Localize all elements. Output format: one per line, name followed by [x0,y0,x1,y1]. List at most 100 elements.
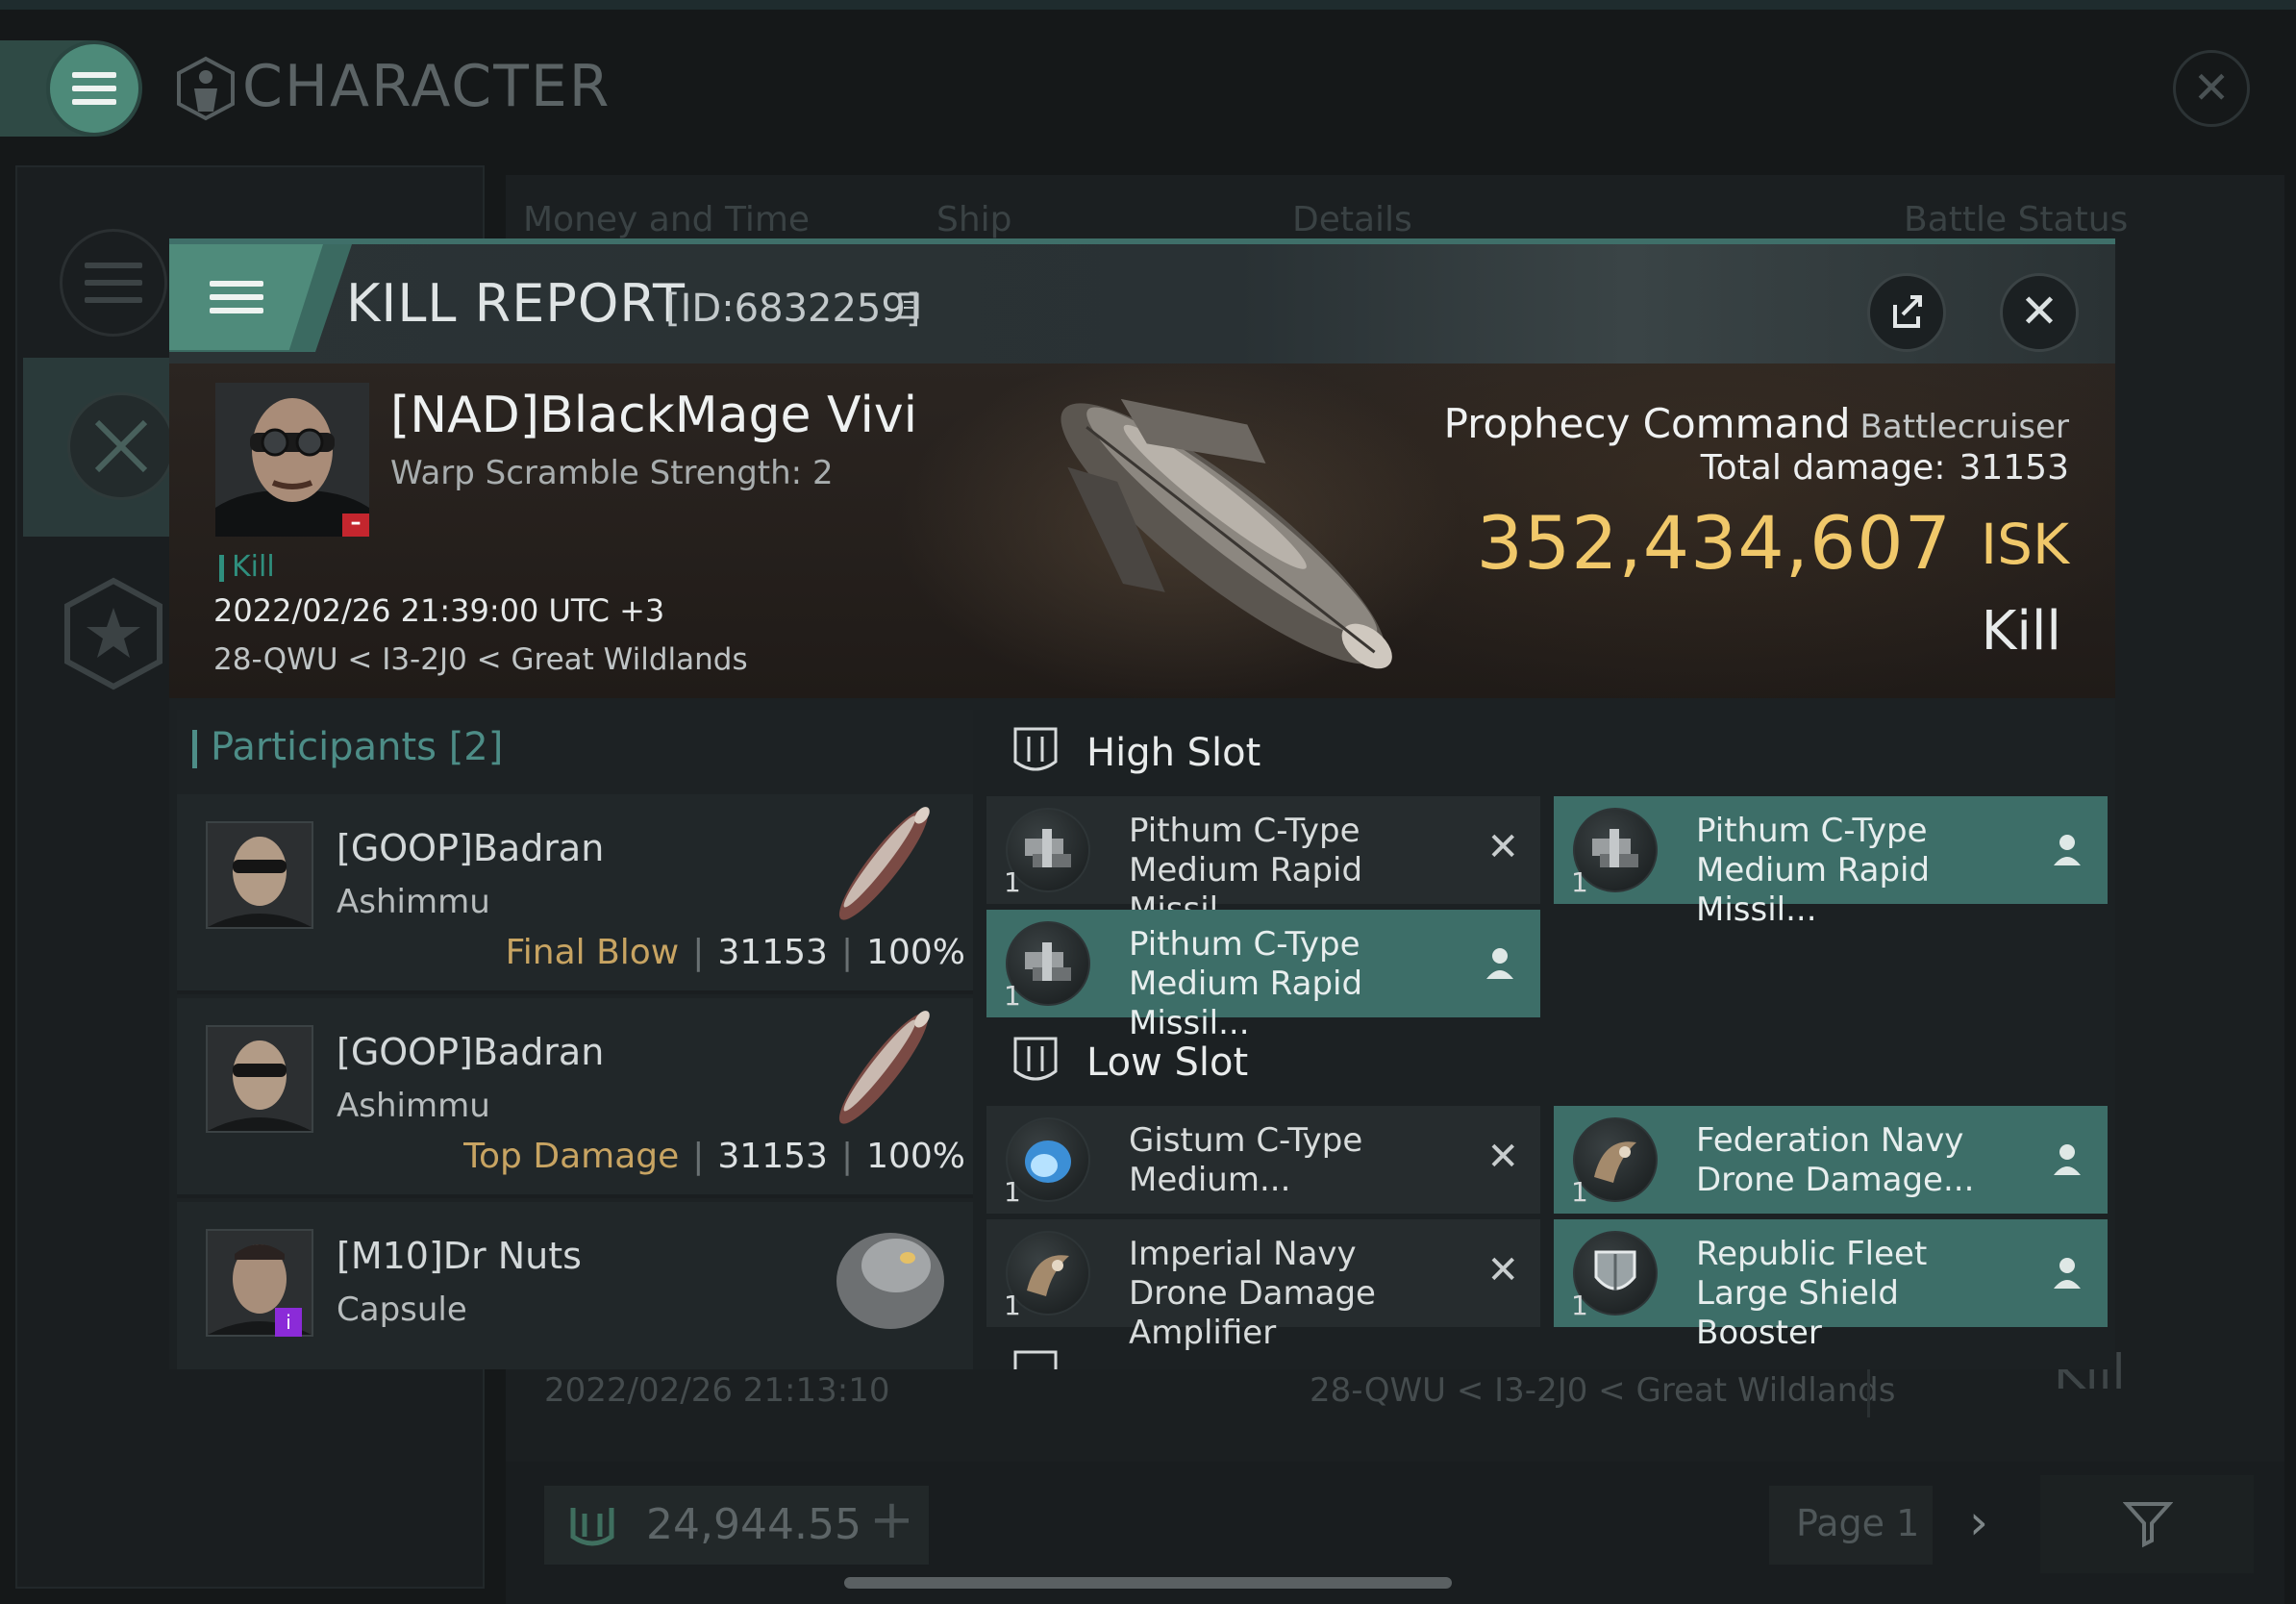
dropped-user-icon [1486,948,1513,979]
hamburger-icon [210,273,264,321]
close-modal-button[interactable]: ✕ [2000,273,2079,352]
capsule-image [836,1233,944,1329]
horizontal-scrollbar[interactable] [844,1577,1452,1589]
next-page-button[interactable]: › [1969,1494,1988,1550]
participants-label: Participants [211,725,437,769]
close-page-button[interactable]: ✕ [2173,50,2250,127]
character-icon [177,56,235,121]
share-icon [1893,295,1922,328]
module-item[interactable]: 1 Pithum C-Type Medium Rapid Missil... [1554,796,2108,929]
destroyed-icon: ✕ [1486,1248,1519,1292]
participants-count: [2] [448,725,504,769]
kill-date: 2022/02/26 21:39:00 UTC +3 [213,592,665,629]
warp-scramble-strength: Warp Scramble Strength: 2 [390,454,834,492]
isk-value: 352,434,607 [1476,500,1952,586]
participant-ship-image [838,807,930,920]
module-quantity: 1 [1571,1176,1588,1208]
victim-name[interactable]: [NAD]BlackMage Vivi [390,387,917,444]
kill-report-modal: KILL REPORT [ID:6832259] ✕ – [NAD]BlackM… [169,238,2115,1369]
module-quantity: 1 [1004,1290,1021,1321]
dropped-user-icon [2054,835,2081,865]
module-quantity: 1 [1571,1290,1588,1321]
bg-row-date: 2022/02/26 21:13:10 [544,1371,890,1410]
module-item[interactable]: 1 Imperial Navy Drone Damage Amplifier ✕ [986,1219,1540,1352]
participant-damage: 31153 [717,1137,828,1176]
participant-name[interactable]: [M10]Dr Nuts [337,1235,582,1277]
modal-title: KILL REPORT [346,273,686,334]
participant-ship: Ashimmu [337,1087,490,1125]
ship-name: Prophecy Command [1443,400,1851,447]
copy-icon[interactable] [898,292,921,321]
low-slot-icon [1013,1037,1058,1081]
wallet-balance: 24,944.55 [646,1500,861,1549]
module-quantity: 1 [1571,866,1588,898]
participant-ship: Capsule [337,1291,467,1329]
ship-class: Battlecruiser [1859,408,2069,446]
kill-id: [ID:6832259] [665,287,921,331]
module-quantity: 1 [1004,866,1021,898]
participant-damage: 31153 [717,933,828,972]
crossed-swords-icon[interactable] [67,392,175,500]
module-item[interactable]: 1 Pithum C-Type Medium Rapid Missil... ✕ [986,796,1540,929]
destroyed-icon: ✕ [1486,1135,1519,1179]
dropped-user-icon [2054,1258,2081,1289]
kill-tag-label: Kill [232,550,275,584]
filter-icon [2123,1502,2173,1548]
page-label: Page 1 [1796,1502,1920,1544]
page-title: CHARACTER [242,53,611,120]
top-strip [0,0,2296,10]
total-damage-label: Total damage: [1700,448,1946,488]
module-name: Imperial Navy Drone Damage Amplifier [1129,1235,1376,1352]
module-item[interactable]: 1 Pithum C-Type Medium Rapid Missil... [986,910,1540,1042]
kill-tag: Kill [219,550,275,584]
participant-name[interactable]: [GOOP]Badran [337,1031,604,1073]
participant-portrait[interactable] [206,821,313,929]
column-header-money[interactable]: Money and Time [523,200,810,239]
participant-stats: Final Blow | 31153 | 100% [505,933,965,972]
module-item[interactable]: 1 Gistum C-Type Medium... ✕ [986,1106,1540,1214]
high-slot-title: High Slot [1086,731,1261,775]
participant-role: Top Damage [463,1137,680,1176]
participant-stats: Top Damage | 31153 | 100% [463,1137,965,1176]
module-item[interactable]: 1 Federation Navy Drone Damage... [1554,1106,2108,1214]
kill-location[interactable]: 28-QWU < I3-2J0 < Great Wildlands [213,642,748,677]
participant-ship: Ashimmu [337,883,490,921]
participant-percent: 100% [866,1137,965,1176]
mid-slot-icon [1013,1350,1058,1369]
wallet-icon [570,1508,614,1546]
participant-percent: 100% [866,933,965,972]
bg-row-location: 28-QWU < I3-2J0 < Great Wildlands [1310,1371,1896,1410]
participant-role: Final Blow [505,933,680,972]
column-header-status[interactable]: Battle Status [1904,200,2128,239]
destroyed-icon: ✕ [1486,825,1519,869]
participant-portrait[interactable] [206,1025,313,1133]
low-slot-title: Low Slot [1086,1040,1249,1085]
hostile-badge: – [342,513,369,537]
module-name: Federation Navy Drone Damage... [1696,1121,1975,1199]
main-menu-button[interactable] [46,40,142,137]
participant-ship-image [838,1011,930,1124]
module-quantity: 1 [1004,1176,1021,1208]
share-button[interactable] [1867,273,1946,352]
module-name: Pithum C-Type Medium Rapid Missil... [1129,925,1363,1042]
star-badge-icon[interactable] [60,577,167,690]
participant-name[interactable]: [GOOP]Badran [337,827,604,869]
module-quantity: 1 [1004,980,1021,1012]
column-header-details[interactable]: Details [1292,200,1412,239]
participants-header: Participants [2] [192,725,503,769]
faction-badge: i [275,1308,302,1337]
victim-ship-type[interactable]: Prophecy Command Battlecruiser [1444,400,2069,447]
victim-ship-image[interactable] [954,375,1492,692]
module-name: Republic Fleet Large Shield Booster [1696,1235,1928,1352]
column-header-ship[interactable]: Ship [936,200,1012,239]
sidebar-menu-button[interactable] [60,229,167,337]
module-name: Gistum C-Type Medium... [1129,1121,1363,1199]
dropped-user-icon [2054,1144,2081,1175]
total-damage-value: 31153 [1959,448,2069,488]
module-name: Pithum C-Type Medium Rapid Missil... [1696,812,1931,929]
hamburger-icon [72,64,116,113]
module-item[interactable]: 1 Republic Fleet Large Shield Booster [1554,1219,2108,1352]
total-damage: Total damage: 31153 [1701,448,2069,488]
add-funds-button[interactable]: + [869,1489,914,1551]
list-icon [85,251,142,314]
